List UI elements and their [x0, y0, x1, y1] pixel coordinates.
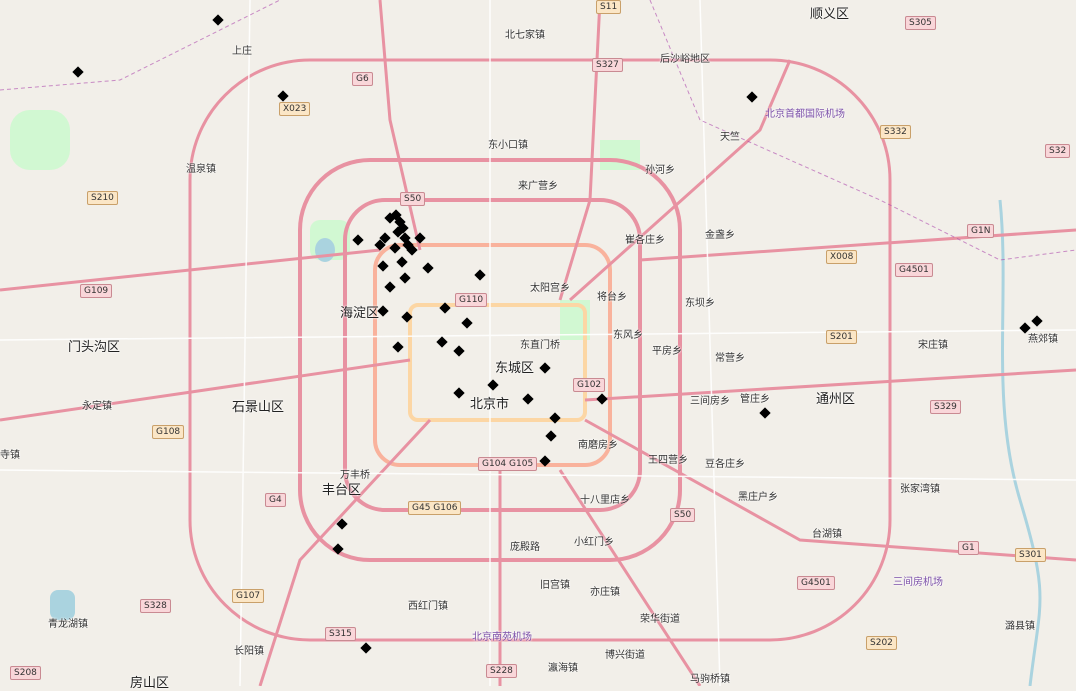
route-shield: S305: [905, 16, 936, 30]
airport-label: 北京首都国际机场: [765, 109, 845, 120]
place-label: 长阳镇: [234, 646, 264, 657]
route-shield: S208: [10, 666, 41, 680]
route-shield: S50: [670, 508, 696, 522]
district-label: 海淀区: [340, 306, 380, 321]
place-label: 庞殿路: [510, 542, 540, 553]
route-shield: S228: [486, 664, 517, 678]
place-label: 荣华街道: [640, 614, 680, 625]
route-shield: G110: [455, 293, 488, 307]
place-label: 天竺: [720, 132, 740, 143]
route-shield: G104 G105: [478, 457, 538, 471]
district-label: 东城区: [495, 361, 535, 376]
route-shield: G109: [80, 284, 113, 298]
place-label: 寺镇: [0, 450, 20, 461]
place-label: 平房乡: [652, 346, 682, 357]
route-shield: S210: [87, 191, 118, 205]
place-label: 三间房乡: [690, 396, 730, 407]
place-label: 孙河乡: [645, 165, 675, 176]
airport-label: 北京南苑机场: [472, 632, 532, 643]
route-shield: S301: [1015, 548, 1046, 562]
place-label: 来广营乡: [518, 181, 558, 192]
place-label: 瀛海镇: [548, 663, 578, 674]
route-shield: G4: [265, 493, 286, 507]
route-shield: X023: [279, 102, 311, 116]
district-label: 北京市: [470, 397, 510, 412]
route-shield: S315: [325, 627, 356, 641]
route-shield: S327: [592, 58, 623, 72]
route-shield: G1N: [967, 224, 995, 238]
place-label: 太阳宫乡: [530, 283, 570, 294]
district-label: 石景山区: [232, 400, 285, 415]
route-shield: G45 G106: [408, 501, 462, 515]
place-label: 上庄: [232, 46, 252, 57]
place-label: 金盏乡: [705, 230, 735, 241]
route-shield: G4501: [797, 576, 835, 590]
place-label: 东坝乡: [685, 298, 715, 309]
route-shield: G4501: [895, 263, 933, 277]
place-label: 南磨房乡: [578, 440, 618, 451]
place-label: 将台乡: [597, 292, 627, 303]
district-label: 丰台区: [322, 483, 362, 498]
place-label: 万丰桥: [340, 470, 370, 481]
route-shield: G107: [232, 589, 265, 603]
place-label: 黑庄户乡: [738, 492, 778, 503]
place-label: 十八里店乡: [580, 495, 630, 506]
route-shield: S201: [826, 330, 857, 344]
route-shield: S11: [596, 0, 622, 14]
place-label: 崔各庄乡: [625, 235, 665, 246]
district-label: 通州区: [816, 392, 856, 407]
place-label: 旧宫镇: [540, 580, 570, 591]
route-shield: G1: [958, 541, 979, 555]
place-label: 亦庄镇: [590, 587, 620, 598]
place-label: 小红门乡: [574, 537, 614, 548]
route-shield: S328: [140, 599, 171, 613]
route-shield: G6: [352, 72, 373, 86]
route-shield: S332: [880, 125, 911, 139]
place-label: 马驹桥镇: [690, 674, 730, 685]
place-label: 西红门镇: [408, 601, 448, 612]
place-label: 宋庄镇: [918, 340, 948, 351]
route-shield: X008: [826, 250, 858, 264]
place-label: 常营乡: [715, 353, 745, 364]
place-label: 博兴街道: [605, 650, 645, 661]
place-label: 豆各庄乡: [705, 459, 745, 470]
place-label: 东直门桥: [520, 340, 560, 351]
place-label: 燕郊镇: [1028, 334, 1058, 345]
route-shield: S50: [400, 192, 426, 206]
place-label: 王四营乡: [648, 455, 688, 466]
district-label: 房山区: [130, 676, 170, 691]
place-label: 潞县镇: [1005, 621, 1035, 632]
district-label: 顺义区: [810, 7, 850, 22]
place-label: 温泉镇: [186, 164, 216, 175]
route-shield: G108: [152, 425, 185, 439]
route-shield: S329: [930, 400, 961, 414]
place-label: 永定镇: [82, 401, 112, 412]
airport-label: 三间房机场: [893, 577, 943, 588]
place-label: 张家湾镇: [900, 484, 940, 495]
route-shield: S32: [1045, 144, 1071, 158]
route-shield: G102: [573, 378, 606, 392]
place-label: 东风乡: [613, 330, 643, 341]
place-label: 青龙湖镇: [48, 619, 88, 630]
place-label: 台湖镇: [812, 529, 842, 540]
route-shield: S202: [866, 636, 897, 650]
place-label: 东小口镇: [488, 140, 528, 151]
place-label: 后沙峪地区: [660, 54, 710, 65]
place-label: 管庄乡: [740, 394, 770, 405]
district-label: 门头沟区: [68, 340, 121, 355]
place-label: 北七家镇: [505, 30, 545, 41]
